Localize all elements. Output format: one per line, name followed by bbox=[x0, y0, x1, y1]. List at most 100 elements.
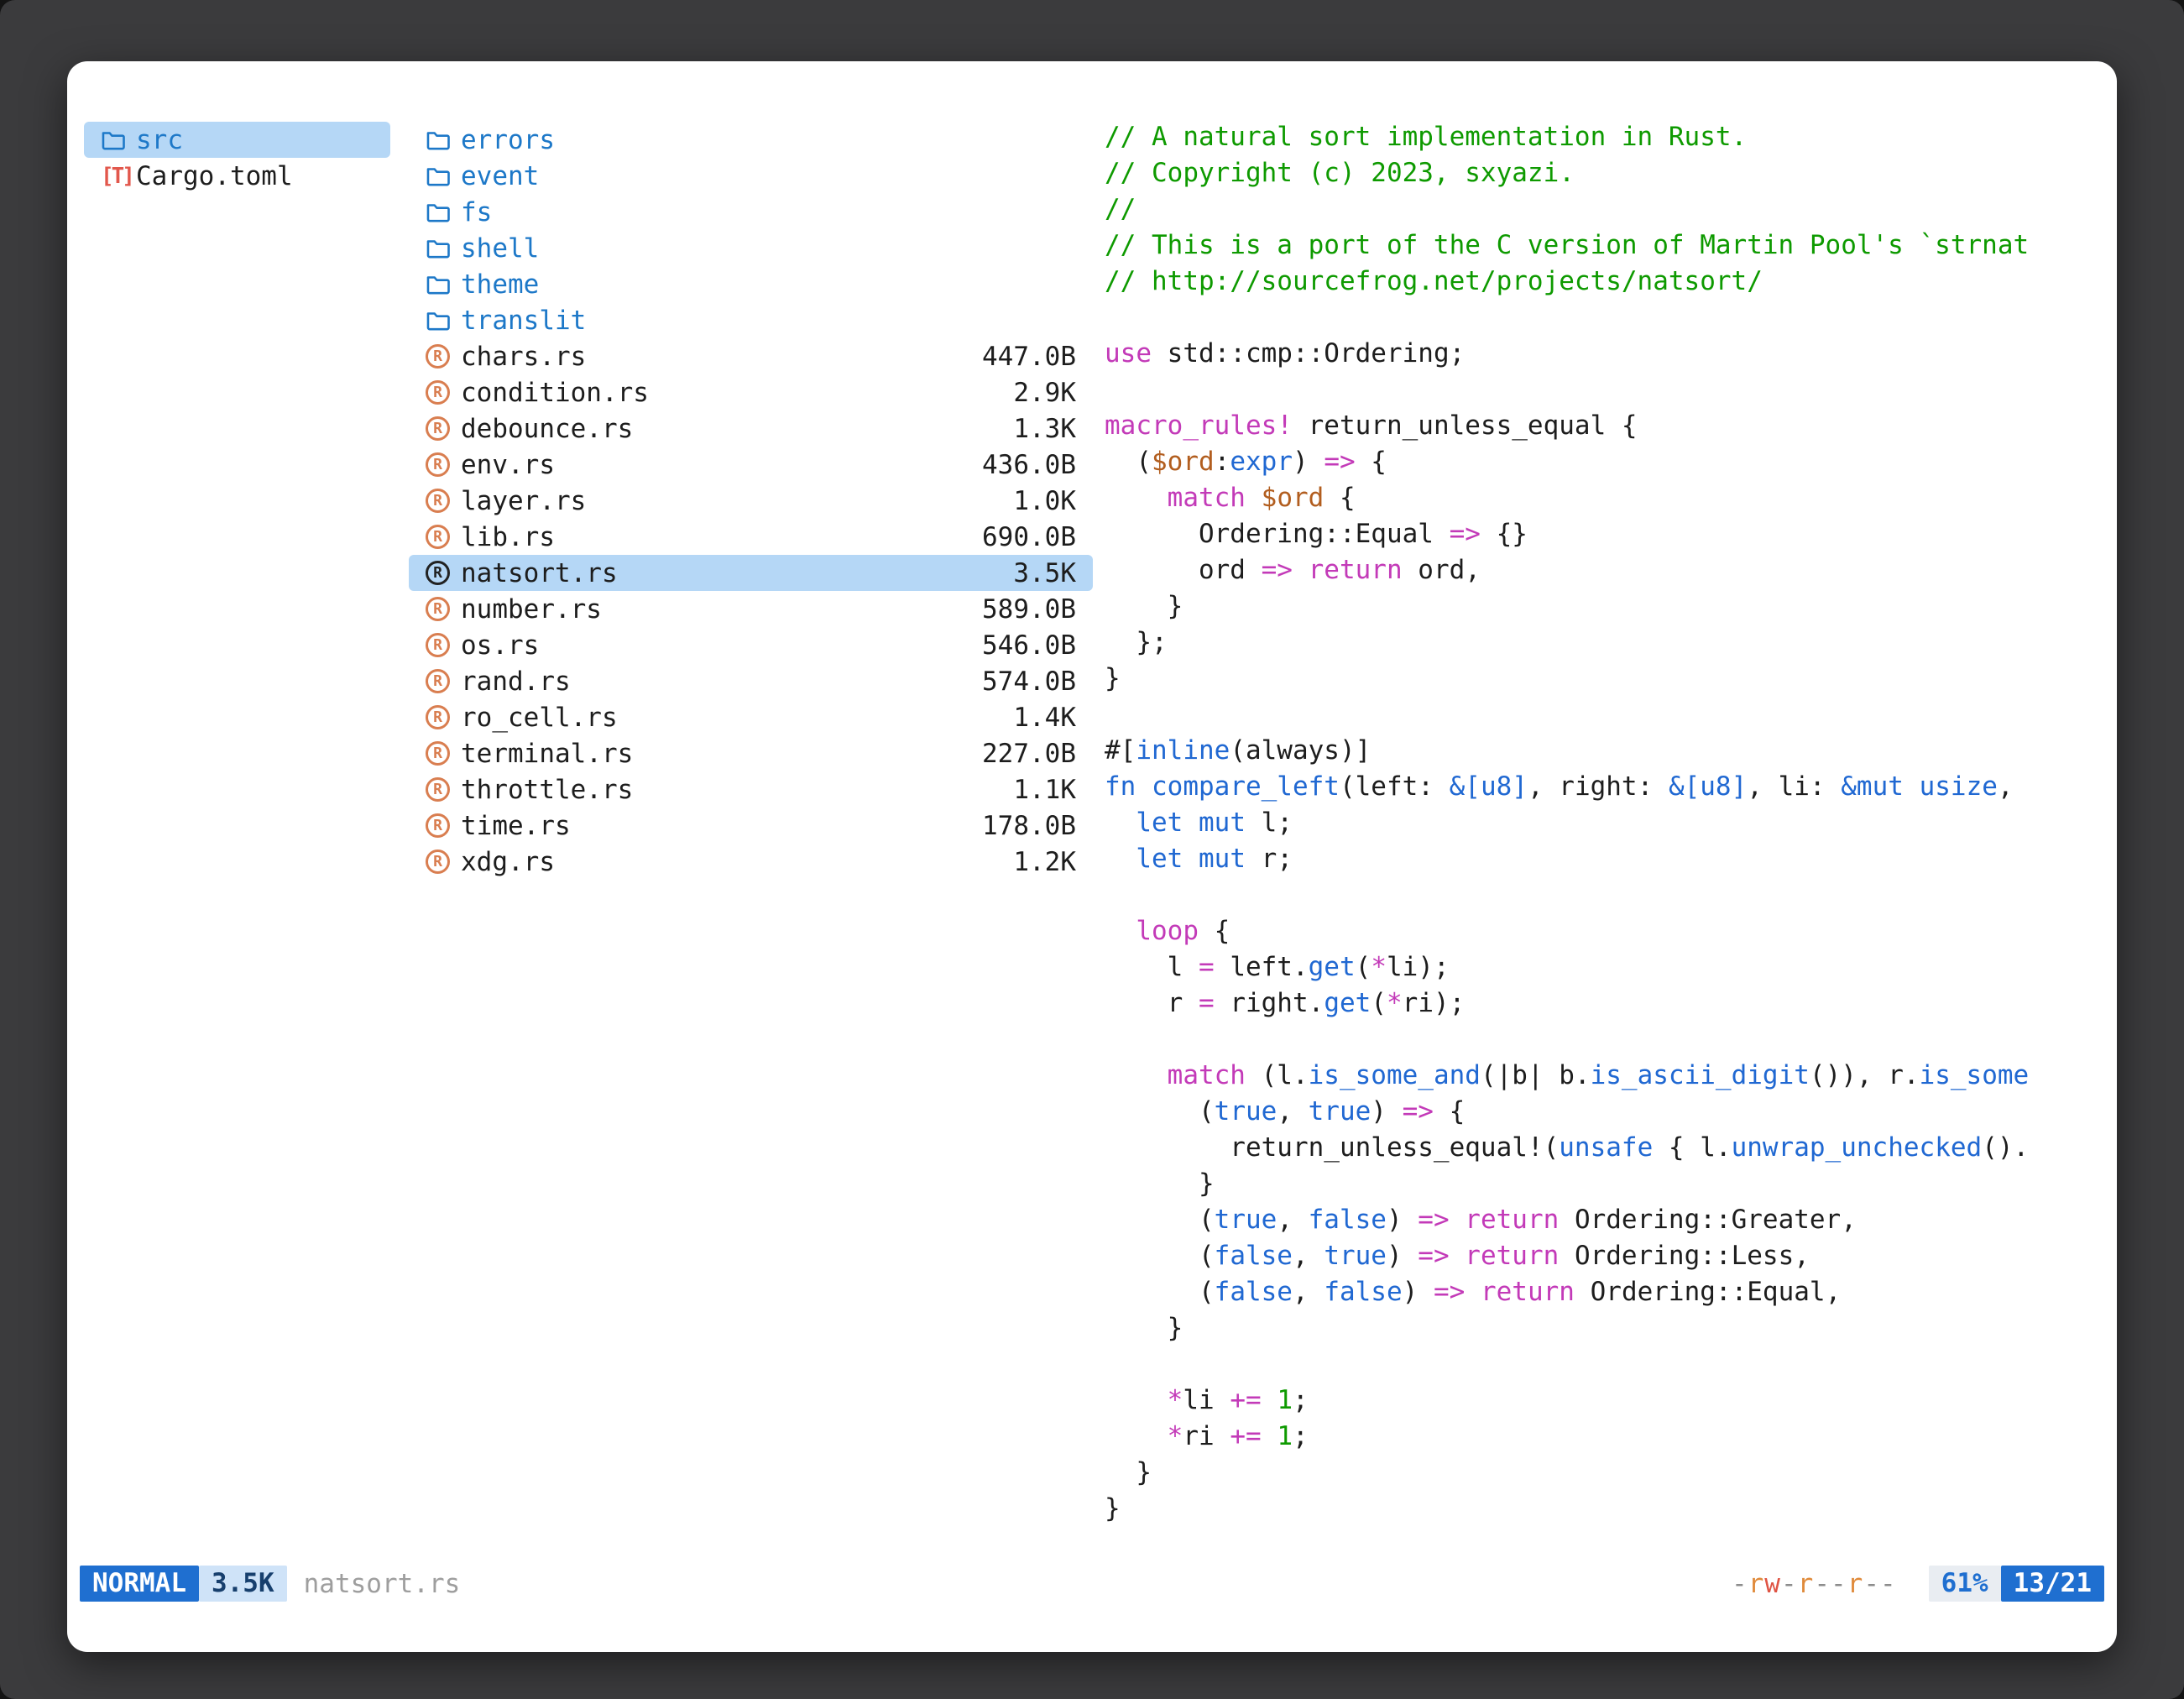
entry-size: 546.0B bbox=[982, 630, 1076, 661]
folder-row[interactable]: errors bbox=[409, 122, 1093, 158]
code-token: r bbox=[1105, 988, 1199, 1018]
entry-size: 1.2K bbox=[1013, 847, 1076, 877]
permission-char: - bbox=[1732, 1569, 1748, 1599]
file-row[interactable]: Rlayer.rs1.0K bbox=[409, 483, 1093, 519]
code-token: (left: bbox=[1340, 771, 1450, 802]
code-token bbox=[1293, 555, 1309, 585]
code-token: ord bbox=[1105, 555, 1262, 585]
code-line: } bbox=[1105, 1493, 2100, 1529]
code-token: } bbox=[1105, 591, 1183, 621]
entry-icon-slot bbox=[426, 201, 461, 223]
folder-row[interactable]: theme bbox=[409, 266, 1093, 302]
code-token: std::cmp::Ordering; bbox=[1152, 338, 1465, 369]
code-token bbox=[1183, 844, 1199, 874]
code-token: (). bbox=[1982, 1132, 2029, 1163]
code-token: => bbox=[1434, 1277, 1465, 1307]
rust-file-icon: R bbox=[426, 777, 450, 802]
size-badge: 3.5K bbox=[199, 1566, 287, 1602]
code-line bbox=[1105, 880, 2100, 916]
file-row[interactable]: Rthrottle.rs1.1K bbox=[409, 771, 1093, 808]
code-token bbox=[1105, 844, 1136, 874]
code-token: * bbox=[1371, 952, 1387, 982]
entry-icon-slot bbox=[426, 273, 461, 295]
code-token: { bbox=[1324, 483, 1355, 513]
file-row[interactable]: Rtime.rs178.0B bbox=[409, 808, 1093, 844]
file-row[interactable]: Rnatsort.rs3.5K bbox=[409, 555, 1093, 591]
preview-pane: // A natural sort implementation in Rust… bbox=[1105, 122, 2100, 1566]
code-token: } bbox=[1105, 663, 1121, 693]
file-row[interactable]: Rterminal.rs227.0B bbox=[409, 735, 1093, 771]
folder-icon bbox=[426, 273, 451, 295]
code-token bbox=[1262, 1385, 1277, 1415]
file-row[interactable]: Rnumber.rs589.0B bbox=[409, 591, 1093, 627]
entry-name: translit bbox=[461, 306, 586, 336]
rust-file-icon: R bbox=[426, 669, 450, 693]
code-token: ) bbox=[1387, 1205, 1418, 1235]
code-token: += bbox=[1230, 1421, 1261, 1451]
entry-name: errors bbox=[461, 125, 555, 155]
code-token: ) bbox=[1293, 447, 1324, 477]
folder-row[interactable]: translit bbox=[409, 302, 1093, 338]
file-row[interactable]: Renv.rs436.0B bbox=[409, 447, 1093, 483]
code-token: match bbox=[1168, 483, 1246, 513]
rust-file-icon: R bbox=[426, 813, 450, 838]
code-token: &[u8] bbox=[1450, 771, 1528, 802]
code-token: ; bbox=[1293, 1385, 1309, 1415]
code-token bbox=[1465, 1277, 1481, 1307]
file-row[interactable]: Rrand.rs574.0B bbox=[409, 663, 1093, 699]
code-token: (l. bbox=[1246, 1060, 1309, 1090]
file-row[interactable]: Rdebounce.rs1.3K bbox=[409, 410, 1093, 447]
file-row[interactable]: Rcondition.rs2.9K bbox=[409, 374, 1093, 410]
folder-icon bbox=[101, 128, 126, 151]
code-token: ( bbox=[1105, 447, 1152, 477]
entry-size: 178.0B bbox=[982, 811, 1076, 841]
entry-icon-slot: R bbox=[426, 669, 461, 693]
code-token: li); bbox=[1387, 952, 1450, 982]
entry-icon-slot: R bbox=[426, 813, 461, 838]
code-token: unsafe bbox=[1559, 1132, 1653, 1163]
code-token: mut bbox=[1199, 844, 1246, 874]
file-row[interactable]: Rro_cell.rs1.4K bbox=[409, 699, 1093, 735]
file-row[interactable]: Rlib.rs690.0B bbox=[409, 519, 1093, 555]
folder-row[interactable]: shell bbox=[409, 230, 1093, 266]
code-token: ) bbox=[1371, 1096, 1402, 1127]
code-token: , li: bbox=[1747, 771, 1841, 802]
code-token: {} bbox=[1481, 519, 1528, 549]
code-token: match bbox=[1168, 1060, 1246, 1090]
file-row[interactable]: [T]Cargo.toml bbox=[84, 158, 390, 194]
entry-icon-slot: R bbox=[426, 705, 461, 729]
code-line: // This is a port of the C version of Ma… bbox=[1105, 230, 2100, 266]
yazi-window: src[T]Cargo.toml errorseventfsshelltheme… bbox=[67, 61, 2117, 1652]
code-token: return_unless_equal { bbox=[1293, 410, 1638, 441]
entry-icon-slot: R bbox=[426, 452, 461, 477]
toml-file-icon: [T] bbox=[101, 164, 133, 189]
entry-icon-slot: R bbox=[426, 633, 461, 657]
folder-row[interactable]: src bbox=[84, 122, 390, 158]
code-token: , bbox=[1998, 771, 2014, 802]
folder-row[interactable]: event bbox=[409, 158, 1093, 194]
code-line: (true, false) => return Ordering::Greate… bbox=[1105, 1205, 2100, 1241]
code-line: let mut l; bbox=[1105, 808, 2100, 844]
code-token: get bbox=[1324, 988, 1371, 1018]
code-token: ( bbox=[1105, 1241, 1215, 1271]
code-line: match (l.is_some_and(|b| b.is_ascii_digi… bbox=[1105, 1060, 2100, 1096]
file-row[interactable]: Rxdg.rs1.2K bbox=[409, 844, 1093, 880]
code-token: unwrap_unchecked bbox=[1732, 1132, 1983, 1163]
entry-size: 589.0B bbox=[982, 594, 1076, 625]
code-token: => bbox=[1418, 1205, 1449, 1235]
code-token: // A natural sort implementation in Rust… bbox=[1105, 122, 1747, 152]
entry-icon-slot: R bbox=[426, 525, 461, 549]
code-token bbox=[1105, 916, 1136, 946]
file-row[interactable]: Ros.rs546.0B bbox=[409, 627, 1093, 663]
entry-name: Cargo.toml bbox=[136, 161, 293, 191]
code-token: false bbox=[1215, 1277, 1293, 1307]
folder-row[interactable]: fs bbox=[409, 194, 1093, 230]
code-line: } bbox=[1105, 663, 2100, 699]
code-token: is_some bbox=[1920, 1060, 2030, 1090]
code-line: // A natural sort implementation in Rust… bbox=[1105, 122, 2100, 158]
file-row[interactable]: Rchars.rs447.0B bbox=[409, 338, 1093, 374]
permissions-text: -rw-r--r-- bbox=[1732, 1569, 1897, 1599]
rust-file-icon: R bbox=[426, 416, 450, 441]
code-token: } bbox=[1105, 1313, 1183, 1343]
code-token: $ord bbox=[1262, 483, 1325, 513]
